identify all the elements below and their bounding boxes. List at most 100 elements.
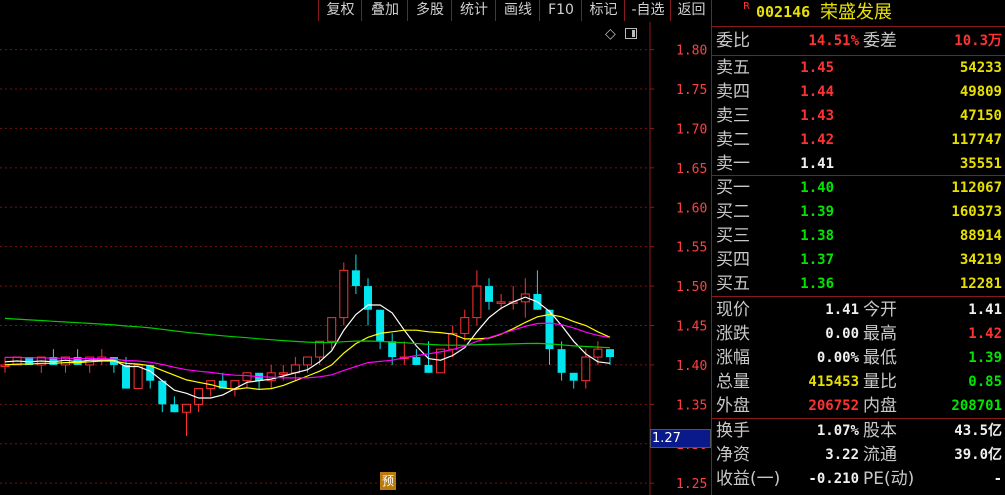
ask-row[interactable]: 卖五 1.45 54233 <box>716 57 1002 80</box>
ask-label: 卖二 <box>716 130 750 150</box>
bid-row[interactable]: 买二 1.39 160373 <box>716 201 1002 224</box>
ask-label: 卖三 <box>716 106 750 126</box>
bid-volume: 34219 <box>959 252 1002 268</box>
quote-panel: R 002146 荣盛发展 委比 14.51% 委差 10.3万 卖五 1.45 5… <box>711 0 1005 495</box>
stat-value: 43.5亿 <box>954 423 1002 439</box>
ask-volume: 49809 <box>959 84 1002 100</box>
stat-label: 股本 <box>863 421 897 441</box>
candle-body <box>569 372 578 381</box>
ask-volume: 117747 <box>951 132 1002 148</box>
candle-body <box>182 403 191 413</box>
candle-body <box>242 372 252 382</box>
toolbar-button-5[interactable]: F10 <box>539 0 582 21</box>
candle-body <box>133 364 143 390</box>
stat-row: 换手 1.07% 股本 43.5亿 <box>716 420 1002 443</box>
kline-chart-svg[interactable]: 1.80 1.75 1.70 1.65 1.60 1.55 1.50 1.45 1.40 1.35… <box>0 22 711 495</box>
candle-body <box>412 357 421 365</box>
candle-body <box>278 372 288 375</box>
stat-value: 0.00 <box>825 326 859 342</box>
stock-code: 002146 <box>756 3 811 21</box>
ask-volume: 54233 <box>959 60 1002 76</box>
r-mark: R <box>743 1 750 12</box>
ask-row[interactable]: 卖四 1.44 49809 <box>716 81 1002 104</box>
stat-label: 涨跌 <box>716 324 750 344</box>
ask-label: 卖四 <box>716 82 750 102</box>
forecast-marker[interactable]: 预 <box>380 472 396 490</box>
candle-body <box>581 356 591 382</box>
ask-row[interactable]: 卖一 1.41 35551 <box>716 153 1002 176</box>
bid-label: 买五 <box>716 274 750 294</box>
wei-cha-label: 委差 <box>863 31 897 51</box>
y-tick-label: 1.25 <box>676 477 707 492</box>
candle-body <box>339 269 349 319</box>
toolbar-button-6[interactable]: 标记 <box>581 0 625 21</box>
stat-label: 换手 <box>716 421 750 441</box>
candle-body <box>170 404 179 413</box>
stat-value: 1.41 <box>825 302 859 318</box>
bid-price: 1.36 <box>800 276 834 292</box>
candle-body <box>485 286 493 302</box>
ask-row[interactable]: 卖二 1.42 117747 <box>716 129 1002 152</box>
candle-body <box>388 341 397 358</box>
candle-body <box>606 349 614 358</box>
stock-header: R 002146 荣盛发展 <box>716 1 1002 24</box>
toolbar-button-4[interactable]: 画线 <box>495 0 540 21</box>
bid-volume: 160373 <box>951 204 1002 220</box>
stat-value: 1.07% <box>816 423 859 439</box>
stat-row: 涨幅 0.00% 最低 1.39 <box>716 347 1002 370</box>
ask-price: 1.43 <box>800 108 834 124</box>
bid-price: 1.40 <box>800 180 834 196</box>
stat-value: 0.00% <box>816 350 859 366</box>
y-tick-label: 1.70 <box>676 122 707 137</box>
stat-value: 206752 <box>808 398 859 414</box>
stat-label: 现价 <box>716 300 750 320</box>
stat-value: 1.41 <box>968 302 1002 318</box>
candle-body <box>593 348 603 358</box>
candle-body <box>424 364 433 373</box>
stat-value: 1.39 <box>968 350 1002 366</box>
bid-label: 买二 <box>716 202 750 222</box>
stock-name: 荣盛发展 <box>820 2 892 23</box>
stat-row: 现价 1.41 今开 1.41 <box>716 299 1002 322</box>
y-tick-label: 1.45 <box>676 320 707 335</box>
stat-label: 内盘 <box>863 396 897 416</box>
bid-volume: 12281 <box>959 276 1002 292</box>
y-tick-label: 1.75 <box>676 83 707 98</box>
wei-bi-row: 委比 14.51% 委差 10.3万 <box>716 30 1002 53</box>
y-tick-label: 1.60 <box>676 201 707 216</box>
diamond-icon[interactable]: ◇ <box>605 26 616 42</box>
candle-body <box>158 380 167 405</box>
chart-toolbar: 复权 叠加 多股 统计 画线 F10 标记 -自选 返回 <box>0 0 711 22</box>
stat-row: 总量 415453 量比 0.85 <box>716 371 1002 394</box>
y-tick-label: 1.40 <box>676 359 707 374</box>
stat-label: 外盘 <box>716 396 750 416</box>
toolbar-button-0[interactable]: 复权 <box>318 0 362 21</box>
toolbar-button-8[interactable]: 返回 <box>670 0 712 21</box>
kline-chart[interactable]: 1.80 1.75 1.70 1.65 1.60 1.55 1.50 1.45 1.40 1.35… <box>0 22 711 495</box>
bid-row[interactable]: 买五 1.36 12281 <box>716 273 1002 296</box>
stat-value: 3.22 <box>825 447 859 463</box>
ask-row[interactable]: 卖三 1.43 47150 <box>716 105 1002 128</box>
toolbar-button-7[interactable]: -自选 <box>624 0 671 21</box>
ask-price: 1.41 <box>800 156 834 172</box>
bid-row[interactable]: 买四 1.37 34219 <box>716 249 1002 272</box>
ask-price: 1.45 <box>800 60 834 76</box>
stat-value: 208701 <box>951 398 1002 414</box>
stat-label: 净资 <box>716 445 750 465</box>
bid-row[interactable]: 买三 1.38 88914 <box>716 225 1002 248</box>
stat-value: 0.85 <box>968 374 1002 390</box>
chart-controls: ◇ <box>605 26 645 42</box>
bid-label: 买一 <box>716 178 750 198</box>
stat-value: 39.0亿 <box>954 447 1002 463</box>
stat-label: 涨幅 <box>716 348 750 368</box>
candle-body <box>376 309 385 342</box>
toolbar-button-3[interactable]: 统计 <box>451 0 496 21</box>
bid-row[interactable]: 买一 1.40 112067 <box>716 177 1002 200</box>
toolbar-button-2[interactable]: 多股 <box>407 0 452 21</box>
stat-label: 流通 <box>863 445 897 465</box>
panel-toggle-icon[interactable] <box>625 28 637 39</box>
toolbar-button-1[interactable]: 叠加 <box>361 0 408 21</box>
stat-label: 最低 <box>863 348 897 368</box>
y-tick-label: 1.55 <box>676 241 707 256</box>
ask-price: 1.44 <box>800 84 834 100</box>
